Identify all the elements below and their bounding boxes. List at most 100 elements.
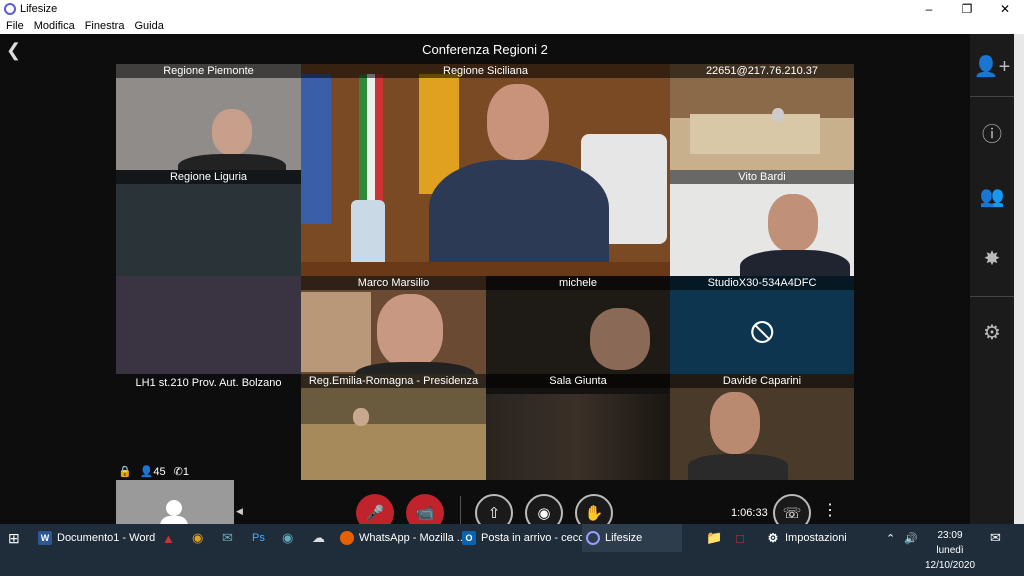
notifications-icon[interactable]: ✉ [990, 524, 1001, 552]
record-icon: ◉ [537, 505, 551, 522]
lifesize-icon [586, 531, 600, 545]
folder-icon[interactable]: 📁 [706, 524, 722, 552]
tile-regione-siciliana[interactable]: Regione Siciliana [301, 64, 670, 276]
menu-file[interactable]: File [6, 20, 24, 32]
tile-studiox30[interactable]: 🛇 StudioX30-534A4DFC [670, 276, 854, 382]
app-icon[interactable]: ☁ [312, 524, 325, 552]
chrome-icon[interactable]: ◉ [192, 524, 203, 552]
tile-davide-caparini[interactable]: Davide Caparini [670, 374, 854, 480]
photoshop-icon[interactable]: Ps [252, 524, 265, 552]
tile-regione-liguria[interactable]: Regione Liguria [116, 170, 301, 276]
tile-name: Reg.Emilia-Romagna - Presidenza [301, 374, 486, 388]
clock-time: 23:09 [937, 530, 963, 541]
participant-head [710, 392, 760, 454]
add-participant-icon[interactable]: 👤+ [970, 54, 1014, 79]
call-duration: 1:06:33 [731, 507, 768, 519]
minimize-button[interactable]: – [910, 0, 948, 18]
start-button[interactable]: ⊞ [8, 524, 28, 552]
taskbar-item-outlook[interactable]: O Posta in arrivo - cecc... [462, 524, 593, 552]
taskbar-item-whatsapp[interactable]: WhatsApp - Mozilla ... [340, 524, 466, 552]
filezilla-icon[interactable]: ▲ [162, 524, 175, 552]
conference-view: ❮ Conferenza Regioni 2 Regione Piemonte … [0, 34, 1024, 532]
self-view[interactable] [116, 480, 234, 526]
divider [970, 96, 1014, 97]
avatar-head [166, 500, 182, 516]
tile-name: StudioX30-534A4DFC [670, 276, 854, 290]
taskbar-clock[interactable]: 23:09 lunedì 12/10/2020 [920, 528, 980, 573]
tile-name: Vito Bardi [670, 170, 854, 184]
participant-body [429, 160, 609, 276]
tile-michele[interactable]: michele [486, 276, 670, 382]
close-button[interactable]: ✕ [986, 0, 1024, 18]
participant-body [178, 154, 286, 170]
participant-body [740, 250, 850, 276]
menu-guida[interactable]: Guida [134, 20, 163, 32]
tile-regione-piemonte[interactable]: Regione Piemonte [116, 64, 301, 170]
menu-finestra[interactable]: Finestra [85, 20, 125, 32]
window-title: Lifesize [20, 3, 58, 15]
settings-effects-icon[interactable]: ✸ [970, 246, 1014, 271]
tile-emilia-romagna[interactable]: Reg.Emilia-Romagna - Presidenza [301, 374, 486, 480]
tile-lh1-bolzano-top[interactable] [116, 276, 301, 382]
more-options-icon[interactable]: ⋮ [822, 500, 838, 520]
tile-name: Regione Siciliana [301, 64, 670, 78]
clock-date: 12/10/2020 [924, 560, 976, 571]
participant-head [590, 308, 650, 370]
tile-name: Regione Piemonte [116, 64, 301, 78]
taskbar-item-impostazioni[interactable]: ⚙ Impostazioni [766, 524, 847, 552]
gear-icon[interactable]: ⚙ [970, 320, 1014, 345]
tile-name: Davide Caparini [670, 374, 854, 388]
conference-info: 🔒 👤45 ✆1 [118, 465, 189, 478]
tile-name: 22651@217.76.210.37 [670, 64, 854, 78]
taskbar-item-lifesize[interactable]: Lifesize [582, 524, 683, 552]
room-wall [486, 394, 670, 480]
tile-vito-bardi[interactable]: Vito Bardi [670, 170, 854, 276]
tile-22651-ip[interactable]: 22651@217.76.210.37 [670, 64, 854, 170]
taskbar-item-label: Lifesize [605, 532, 643, 544]
flag-left [301, 74, 331, 224]
participant-head [487, 84, 549, 160]
taskbar-item-label: Posta in arrivo - cecc... [481, 532, 593, 544]
outlook-icon: O [462, 531, 476, 545]
scrollbar[interactable] [1014, 34, 1024, 524]
tile-name: LH1 st.210 Prov. Aut. Bolzano [135, 377, 282, 389]
participants-count: 👤45 [139, 466, 166, 478]
teams-icon[interactable]: ◉ [282, 524, 293, 552]
tile-marco-marsilio[interactable]: Marco Marsilio [301, 276, 486, 382]
menu-modifica[interactable]: Modifica [34, 20, 75, 32]
controls-divider [460, 496, 461, 524]
divider [970, 296, 1014, 297]
volume-icon[interactable]: 🔊 [904, 524, 918, 552]
tile-name: Regione Liguria [116, 170, 301, 184]
taskbar-item-label: WhatsApp - Mozilla ... [359, 532, 466, 544]
video-off-icon: 🛇 [750, 320, 775, 347]
info-icon[interactable]: ⓘ [970, 118, 1014, 147]
video-off-icon: 📹 [415, 505, 435, 522]
taskbar-item-label: Impostazioni [785, 532, 847, 544]
restore-button[interactable]: ❐ [948, 0, 986, 18]
acrobat-icon[interactable]: □ [736, 524, 744, 552]
chevron-up-icon[interactable]: ⌃ [886, 524, 895, 552]
firefox-icon [340, 531, 354, 545]
right-sidebar: 👤+ ⓘ 👥 ✸ ⚙ [970, 34, 1024, 524]
participants-icon[interactable]: 👥 [970, 184, 1014, 209]
lifesize-logo-icon [4, 3, 16, 15]
menu-bar: File Modifica Finestra Guida [0, 18, 1024, 34]
participant-head [353, 408, 369, 426]
collapse-self-view-icon[interactable]: ◀ [236, 506, 243, 517]
tile-name: Marco Marsilio [301, 276, 486, 290]
flag-italy [359, 74, 383, 214]
conference-table [301, 424, 486, 480]
mute-microphone-icon: 🎤 [365, 505, 385, 522]
taskbar: ⊞ W Documento1 - Word ▲ ◉ ✉ Ps ◉ ☁ Whats… [0, 524, 1024, 576]
tile-sala-giunta[interactable]: Sala Giunta [486, 374, 670, 480]
mail-icon[interactable]: ✉ [222, 524, 233, 552]
taskbar-item-word[interactable]: W Documento1 - Word [38, 524, 155, 552]
lock-icon[interactable]: 🔒 [118, 465, 132, 478]
clock-day: lunedì [936, 545, 964, 556]
participant-head [768, 194, 818, 252]
word-icon: W [38, 531, 52, 545]
taskbar-item-label: Documento1 - Word [57, 532, 156, 544]
window-controls: – ❐ ✕ [910, 0, 1024, 18]
title-bar: Lifesize – ❐ ✕ [0, 0, 1024, 18]
